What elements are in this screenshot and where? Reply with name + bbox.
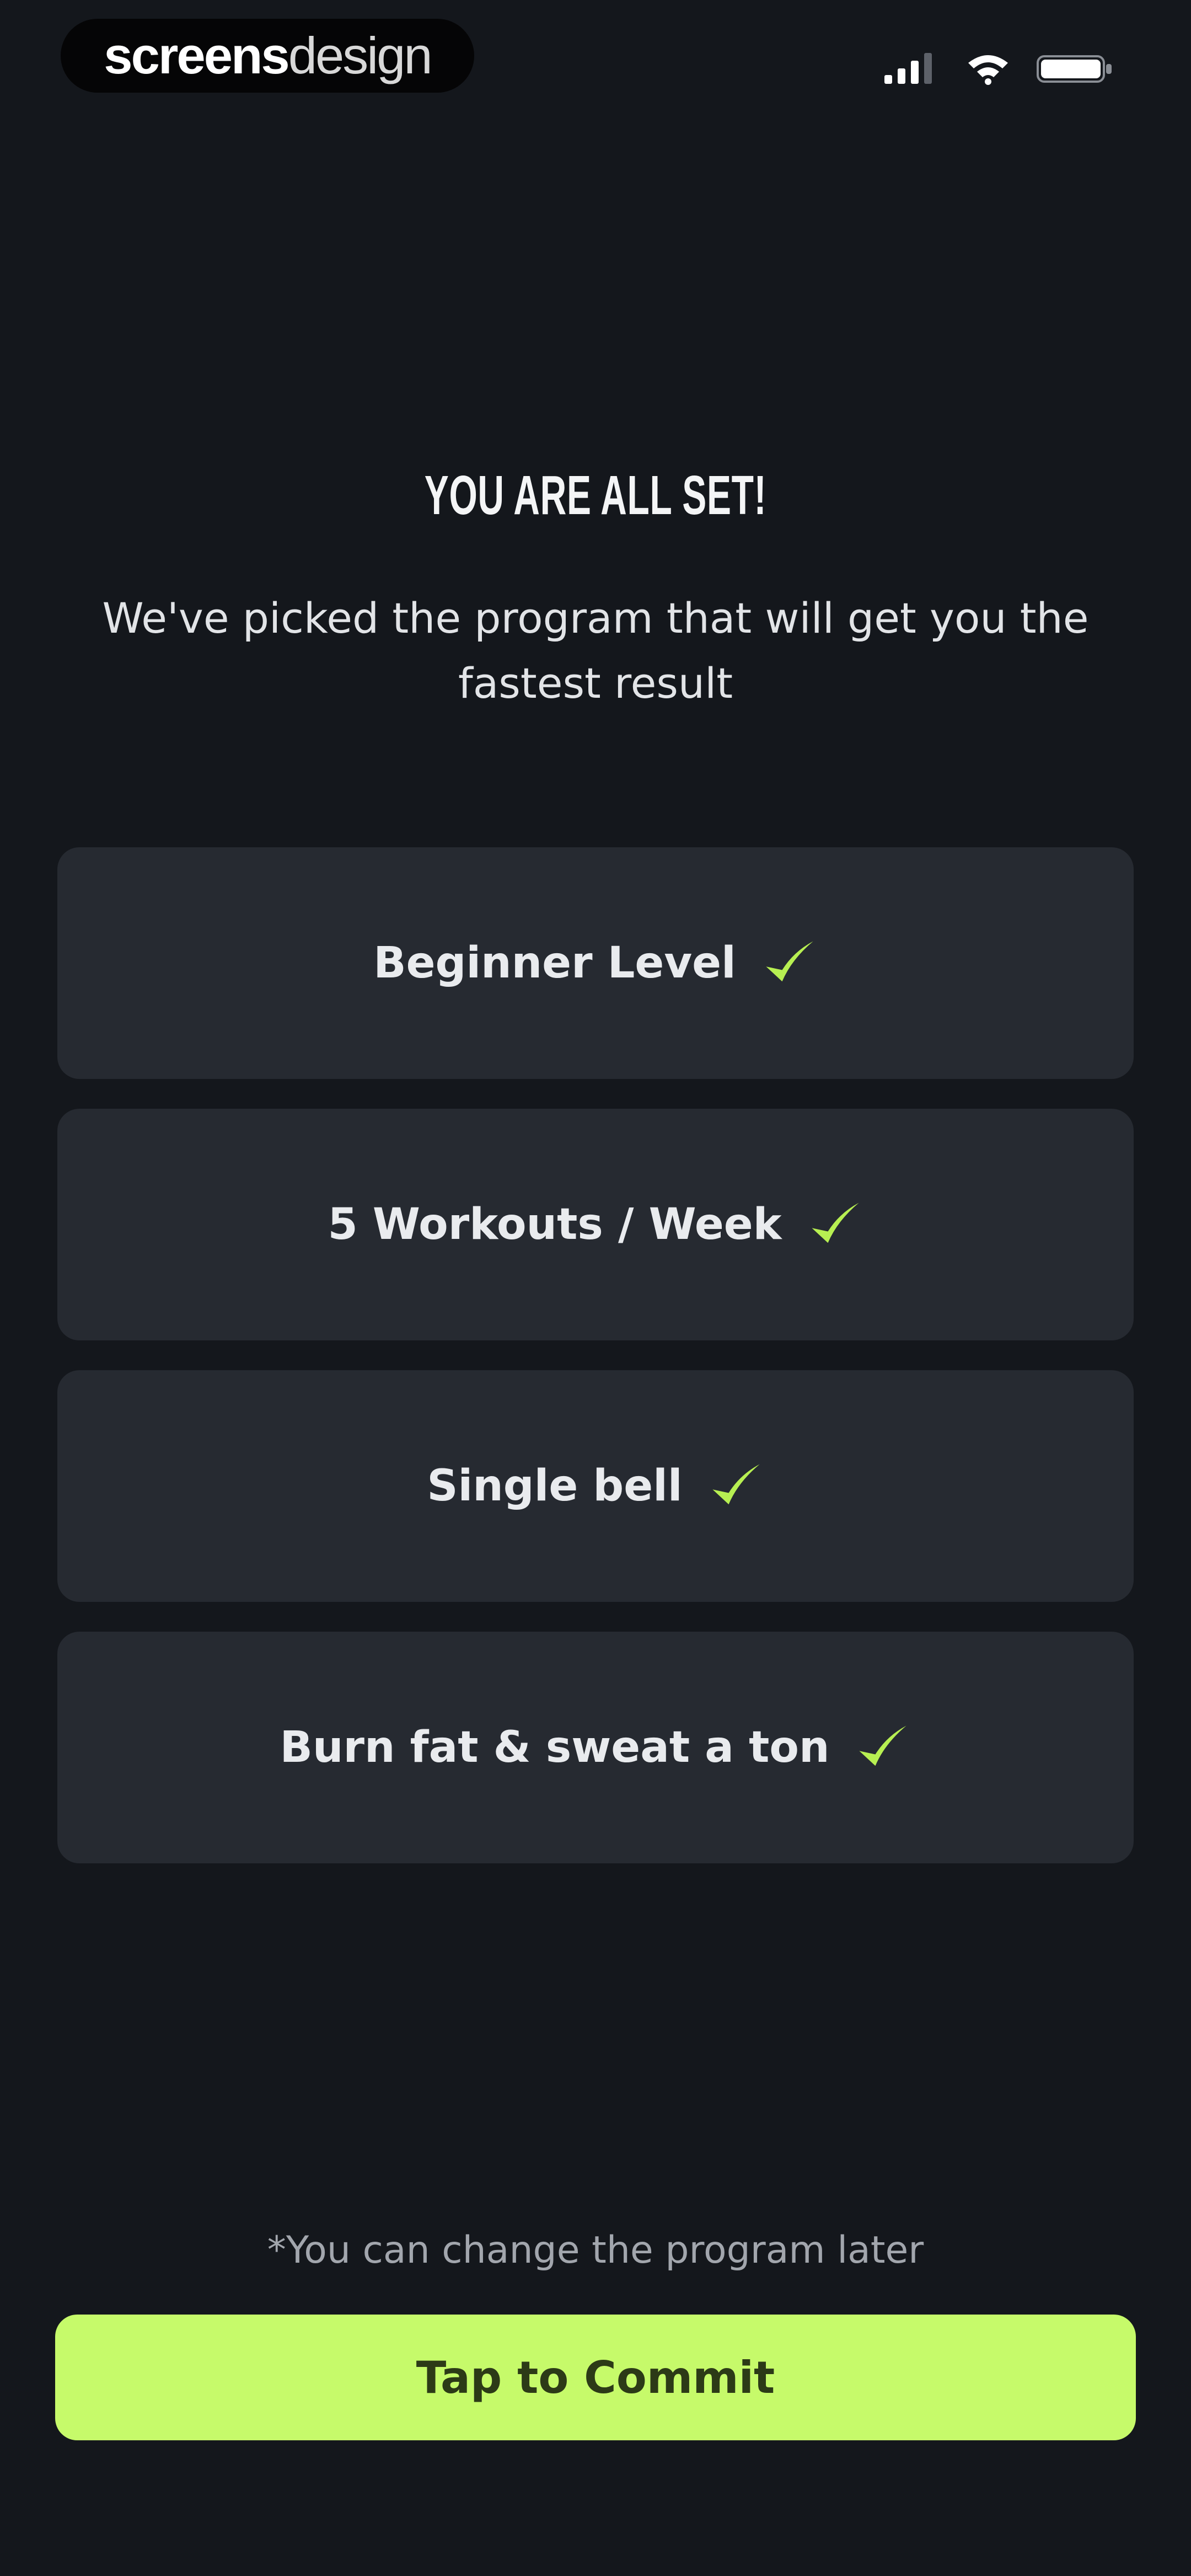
signal-icon (884, 53, 932, 84)
summary-card-label: Beginner Level (373, 938, 736, 988)
summary-card-label: 5 Workouts / Week (328, 1200, 782, 1249)
program-summary-list: Beginner Level 5 Workouts / Week Single … (57, 847, 1134, 1893)
status-bar: screensdesign (0, 0, 1191, 116)
commit-button[interactable]: Tap to Commit (55, 2315, 1136, 2440)
check-icon (766, 941, 813, 982)
system-icons (884, 51, 1114, 86)
page-title: YOU ARE ALL SET! (424, 464, 767, 526)
summary-card-frequency: 5 Workouts / Week (57, 1109, 1134, 1340)
summary-card-goal: Burn fat & sweat a ton (57, 1632, 1134, 1863)
summary-card-equipment: Single bell (57, 1370, 1134, 1602)
change-later-note: *You can change the program later (267, 2228, 924, 2272)
check-icon (811, 1203, 859, 1243)
summary-card-label: Single bell (427, 1461, 683, 1511)
brand-badge: screensdesign (61, 19, 474, 93)
page-subtitle: We've picked the program that will get y… (102, 594, 1089, 708)
check-icon (712, 1464, 760, 1505)
battery-icon (1037, 55, 1112, 83)
summary-card-label: Burn fat & sweat a ton (280, 1723, 830, 1772)
wifi-icon (968, 55, 1008, 85)
check-icon (859, 1725, 907, 1766)
summary-card-level: Beginner Level (57, 847, 1134, 1079)
brand-logo-light: design (288, 26, 433, 84)
brand-logo: screensdesign (104, 30, 432, 82)
brand-logo-strong: screens (104, 26, 289, 84)
